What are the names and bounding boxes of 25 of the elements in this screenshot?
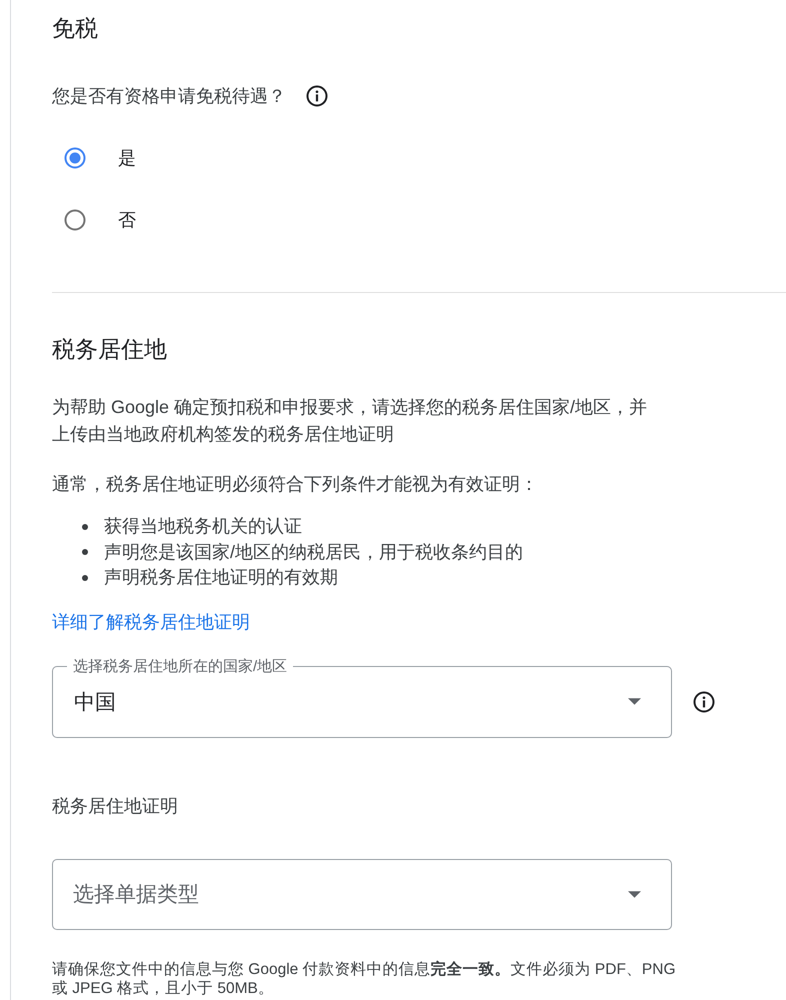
bullet-icon xyxy=(82,549,88,556)
radio-button[interactable] xyxy=(64,147,86,169)
caret-icon xyxy=(628,890,641,898)
document-type-select[interactable]: 选择单据类型 xyxy=(52,858,672,930)
radio-button[interactable] xyxy=(64,209,86,231)
info-icon[interactable] xyxy=(306,85,328,107)
info-icon[interactable] xyxy=(693,691,715,713)
field-label: 选择税务居住地所在的国家/地区 xyxy=(72,658,288,674)
country-select[interactable]: 选择税务居住地所在的国家/地区 中国 xyxy=(52,658,672,738)
section-heading: 免税 xyxy=(52,14,98,42)
learn-more-link[interactable]: 详细了解税务居住地证明 xyxy=(52,612,250,632)
caret-icon xyxy=(628,698,641,705)
condition-item: 声明税务居住地证明的有效期 xyxy=(104,566,338,589)
condition-item: 获得当地税务机关的认证 xyxy=(104,515,302,538)
option-label[interactable]: 是 xyxy=(118,146,136,170)
bullet-icon xyxy=(82,524,88,530)
intro-paragraph: 为帮助 Google 确定预扣税和申报要求，请选择您的税务居住国家/地区，并上传由当地政府机构签发的税务居住地证明 xyxy=(52,396,648,446)
conditions-text: 通常，税务居住地证明必须符合下列条件才能视为有效证明： xyxy=(52,473,538,496)
option-label[interactable]: 否 xyxy=(118,208,136,232)
field-label: 税务居住地证明 xyxy=(52,794,178,818)
question-text: 您是否有资格申请免税待遇？ xyxy=(52,85,286,108)
bullet-icon xyxy=(82,574,88,581)
file-requirements-note: 请确保您文件中的信息与您 Google 付款资料中的信息完全一致。文件必须为 PDF、PNG 或 JPEG 格式，且小于 50MB。 xyxy=(52,960,677,998)
section-heading: 税务居住地 xyxy=(52,335,167,363)
condition-item: 声明您是该国家/地区的纳税居民，用于税收条约目的 xyxy=(104,540,524,564)
